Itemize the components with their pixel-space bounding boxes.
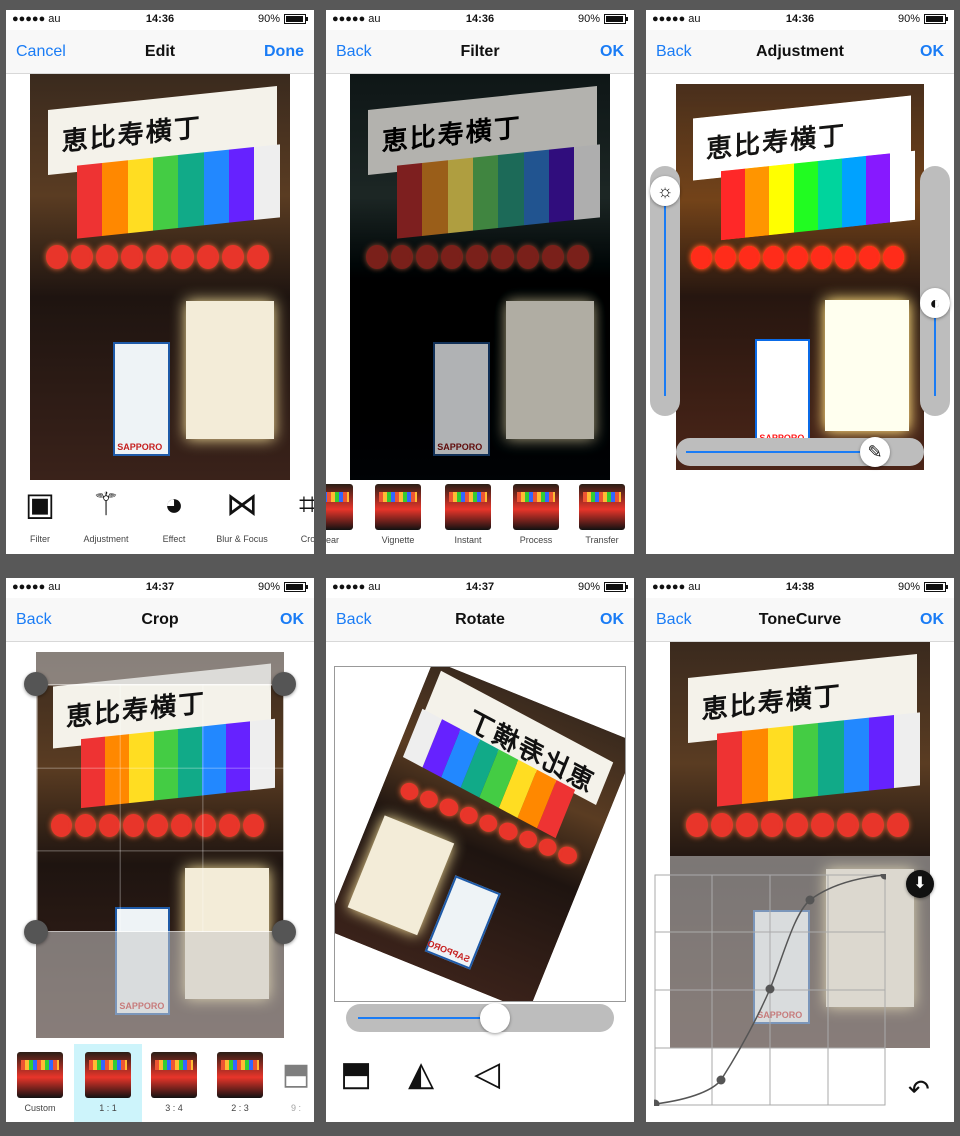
nav-bar: Back Filter OK: [326, 30, 634, 74]
photo-preview: 恵比寿横丁 SAPPORO: [350, 74, 610, 480]
ok-button[interactable]: OK: [600, 43, 624, 61]
angle-slider-knob[interactable]: [480, 1003, 510, 1033]
filter-item[interactable]: Process: [502, 484, 570, 545]
palette-icon: ◕: [164, 486, 184, 522]
ok-button[interactable]: OK: [600, 611, 624, 629]
battery-icon: [284, 582, 308, 592]
status-bar: ●●●●● au 14:36 90%: [6, 10, 314, 30]
crop-frame[interactable]: [36, 684, 284, 932]
magic-wand-icon: ⚚: [91, 486, 121, 522]
butterfly-icon: ⋈: [226, 486, 258, 522]
nav-bar: Back Rotate OK: [326, 598, 634, 642]
filter-item[interactable]: Transfer: [568, 484, 634, 545]
tone-curve-editor[interactable]: [654, 874, 886, 1106]
battery-percent: 90%: [577, 581, 600, 593]
tool-effect[interactable]: ◕ Effect: [140, 484, 208, 544]
battery-icon: [924, 582, 948, 592]
brightness-slider[interactable]: ☼: [650, 166, 680, 416]
tonecurve-screen: ●●●●● au 14:38 90% Back ToneCurve OK 恵比寿…: [646, 578, 954, 1122]
battery-icon: [924, 14, 948, 24]
ok-button[interactable]: OK: [920, 43, 944, 61]
ratio-strip: Custom 1 : 1 3 : 4 2 : 3 ⬒ 9 :: [6, 1044, 314, 1122]
rotate-icon: ⬒: [281, 1058, 311, 1091]
ratio-1-1[interactable]: 1 : 1: [74, 1044, 142, 1122]
curve-point[interactable]: [716, 1075, 726, 1085]
status-bar: ●●●●● au 14:36 90%: [646, 10, 954, 30]
nav-bar: Back Crop OK: [6, 598, 314, 642]
contrast-icon[interactable]: ◐: [920, 288, 950, 318]
nav-bar: Cancel Edit Done: [6, 30, 314, 74]
rotate-tools: ⬒ ◭ ◁: [326, 1054, 634, 1094]
status-bar: ●●●●● au 14:38 90%: [646, 578, 954, 598]
ok-button[interactable]: OK: [920, 611, 944, 629]
reset-icon[interactable]: ↶: [908, 1074, 930, 1105]
curve-point[interactable]: [880, 874, 887, 880]
crop-handle-tr[interactable]: [272, 672, 296, 696]
status-bar: ●●●●● au 14:36 90%: [326, 10, 634, 30]
page-title: Crop: [141, 611, 179, 628]
crop-screen: ●●●●● au 14:37 90% Back Crop OK 恵比寿横丁 SA…: [6, 578, 314, 1122]
page-title: Rotate: [455, 611, 505, 628]
battery-percent: 90%: [897, 13, 920, 25]
curve-point[interactable]: [765, 984, 775, 994]
channel-down-icon[interactable]: ⬇: [906, 870, 934, 898]
nav-bar: Back Adjustment OK: [646, 30, 954, 74]
tool-adjustment[interactable]: ⚚ Adjustment: [72, 484, 140, 544]
crop-handle-tl[interactable]: [24, 672, 48, 696]
photo-preview: 恵比寿横丁 SAPPORO: [676, 84, 924, 470]
filter-item[interactable]: near: [326, 484, 364, 545]
angle-slider[interactable]: [346, 1003, 614, 1033]
battery-icon: [284, 14, 308, 24]
filter-item[interactable]: Instant: [434, 484, 502, 545]
image-icon: ▣: [24, 486, 56, 522]
tool-blur-focus[interactable]: ⋈ Blur & Focus: [208, 484, 276, 544]
curve-point[interactable]: [805, 895, 815, 905]
photo-preview: 恵比寿横丁 SAPPORO: [335, 667, 625, 1001]
battery-percent: 90%: [897, 581, 920, 593]
done-button[interactable]: Done: [264, 43, 304, 61]
contrast-slider[interactable]: ◐: [920, 166, 950, 416]
adjustment-screen: ●●●●● au 14:36 90% Back Adjustment OK 恵比…: [646, 10, 954, 554]
flip-vertical-icon[interactable]: ◁: [474, 1054, 500, 1094]
page-title: ToneCurve: [758, 611, 842, 628]
ratio-3-4[interactable]: 3 : 4: [140, 1052, 208, 1113]
flip-horizontal-icon[interactable]: ◭: [408, 1054, 434, 1094]
battery-icon: [604, 582, 628, 592]
nav-bar: Back ToneCurve OK: [646, 598, 954, 642]
crop-handle-br[interactable]: [272, 920, 296, 944]
edit-screen: ●●●●● au 14:36 90% Cancel Edit Done 恵比寿横…: [6, 10, 314, 554]
battery-percent: 90%: [577, 13, 600, 25]
ratio-9[interactable]: ⬒ 9 :: [262, 1052, 314, 1113]
photo-preview: 恵比寿横丁 SAPPORO: [30, 74, 290, 480]
crop-mask-bottom: [36, 932, 284, 1038]
rotate-canvas: 恵比寿横丁 SAPPORO: [334, 666, 626, 1002]
brightness-icon[interactable]: ☼: [650, 176, 680, 206]
rotate-icon[interactable]: ⬒: [340, 1054, 372, 1094]
saturation-slider[interactable]: ✎: [676, 437, 924, 467]
crop-mask-top: [36, 652, 284, 684]
curve-point[interactable]: [654, 1099, 660, 1107]
crop-handle-bl[interactable]: [24, 920, 48, 944]
filter-screen: ●●●●● au 14:36 90% Back Filter OK 恵比寿横丁 …: [326, 10, 634, 554]
status-bar: ●●●●● au 14:37 90%: [326, 578, 634, 598]
crop-icon: ⌗: [298, 486, 314, 522]
page-title: Adjustment: [756, 43, 844, 60]
battery-percent: 90%: [257, 13, 280, 25]
filter-strip: near Vignette Instant Process Transfer: [326, 476, 634, 554]
ratio-custom[interactable]: Custom: [6, 1052, 74, 1113]
battery-percent: 90%: [257, 581, 280, 593]
brush-icon[interactable]: ✎: [860, 437, 890, 467]
status-bar: ●●●●● au 14:37 90%: [6, 578, 314, 598]
tool-filter[interactable]: ▣ Filter: [6, 484, 74, 544]
battery-icon: [604, 14, 628, 24]
edit-toolbar: ▣ Filter ⚚ Adjustment ◕ Effect ⋈ Blur & Focu…: [6, 476, 314, 554]
filter-item[interactable]: Vignette: [364, 484, 432, 545]
page-title: Filter: [460, 43, 500, 60]
tool-crop[interactable]: ⌗ Cro: [274, 484, 314, 544]
ok-button[interactable]: OK: [280, 611, 304, 629]
rotate-screen: ●●●●● au 14:37 90% Back Rotate OK 恵比寿横丁 …: [326, 578, 634, 1122]
